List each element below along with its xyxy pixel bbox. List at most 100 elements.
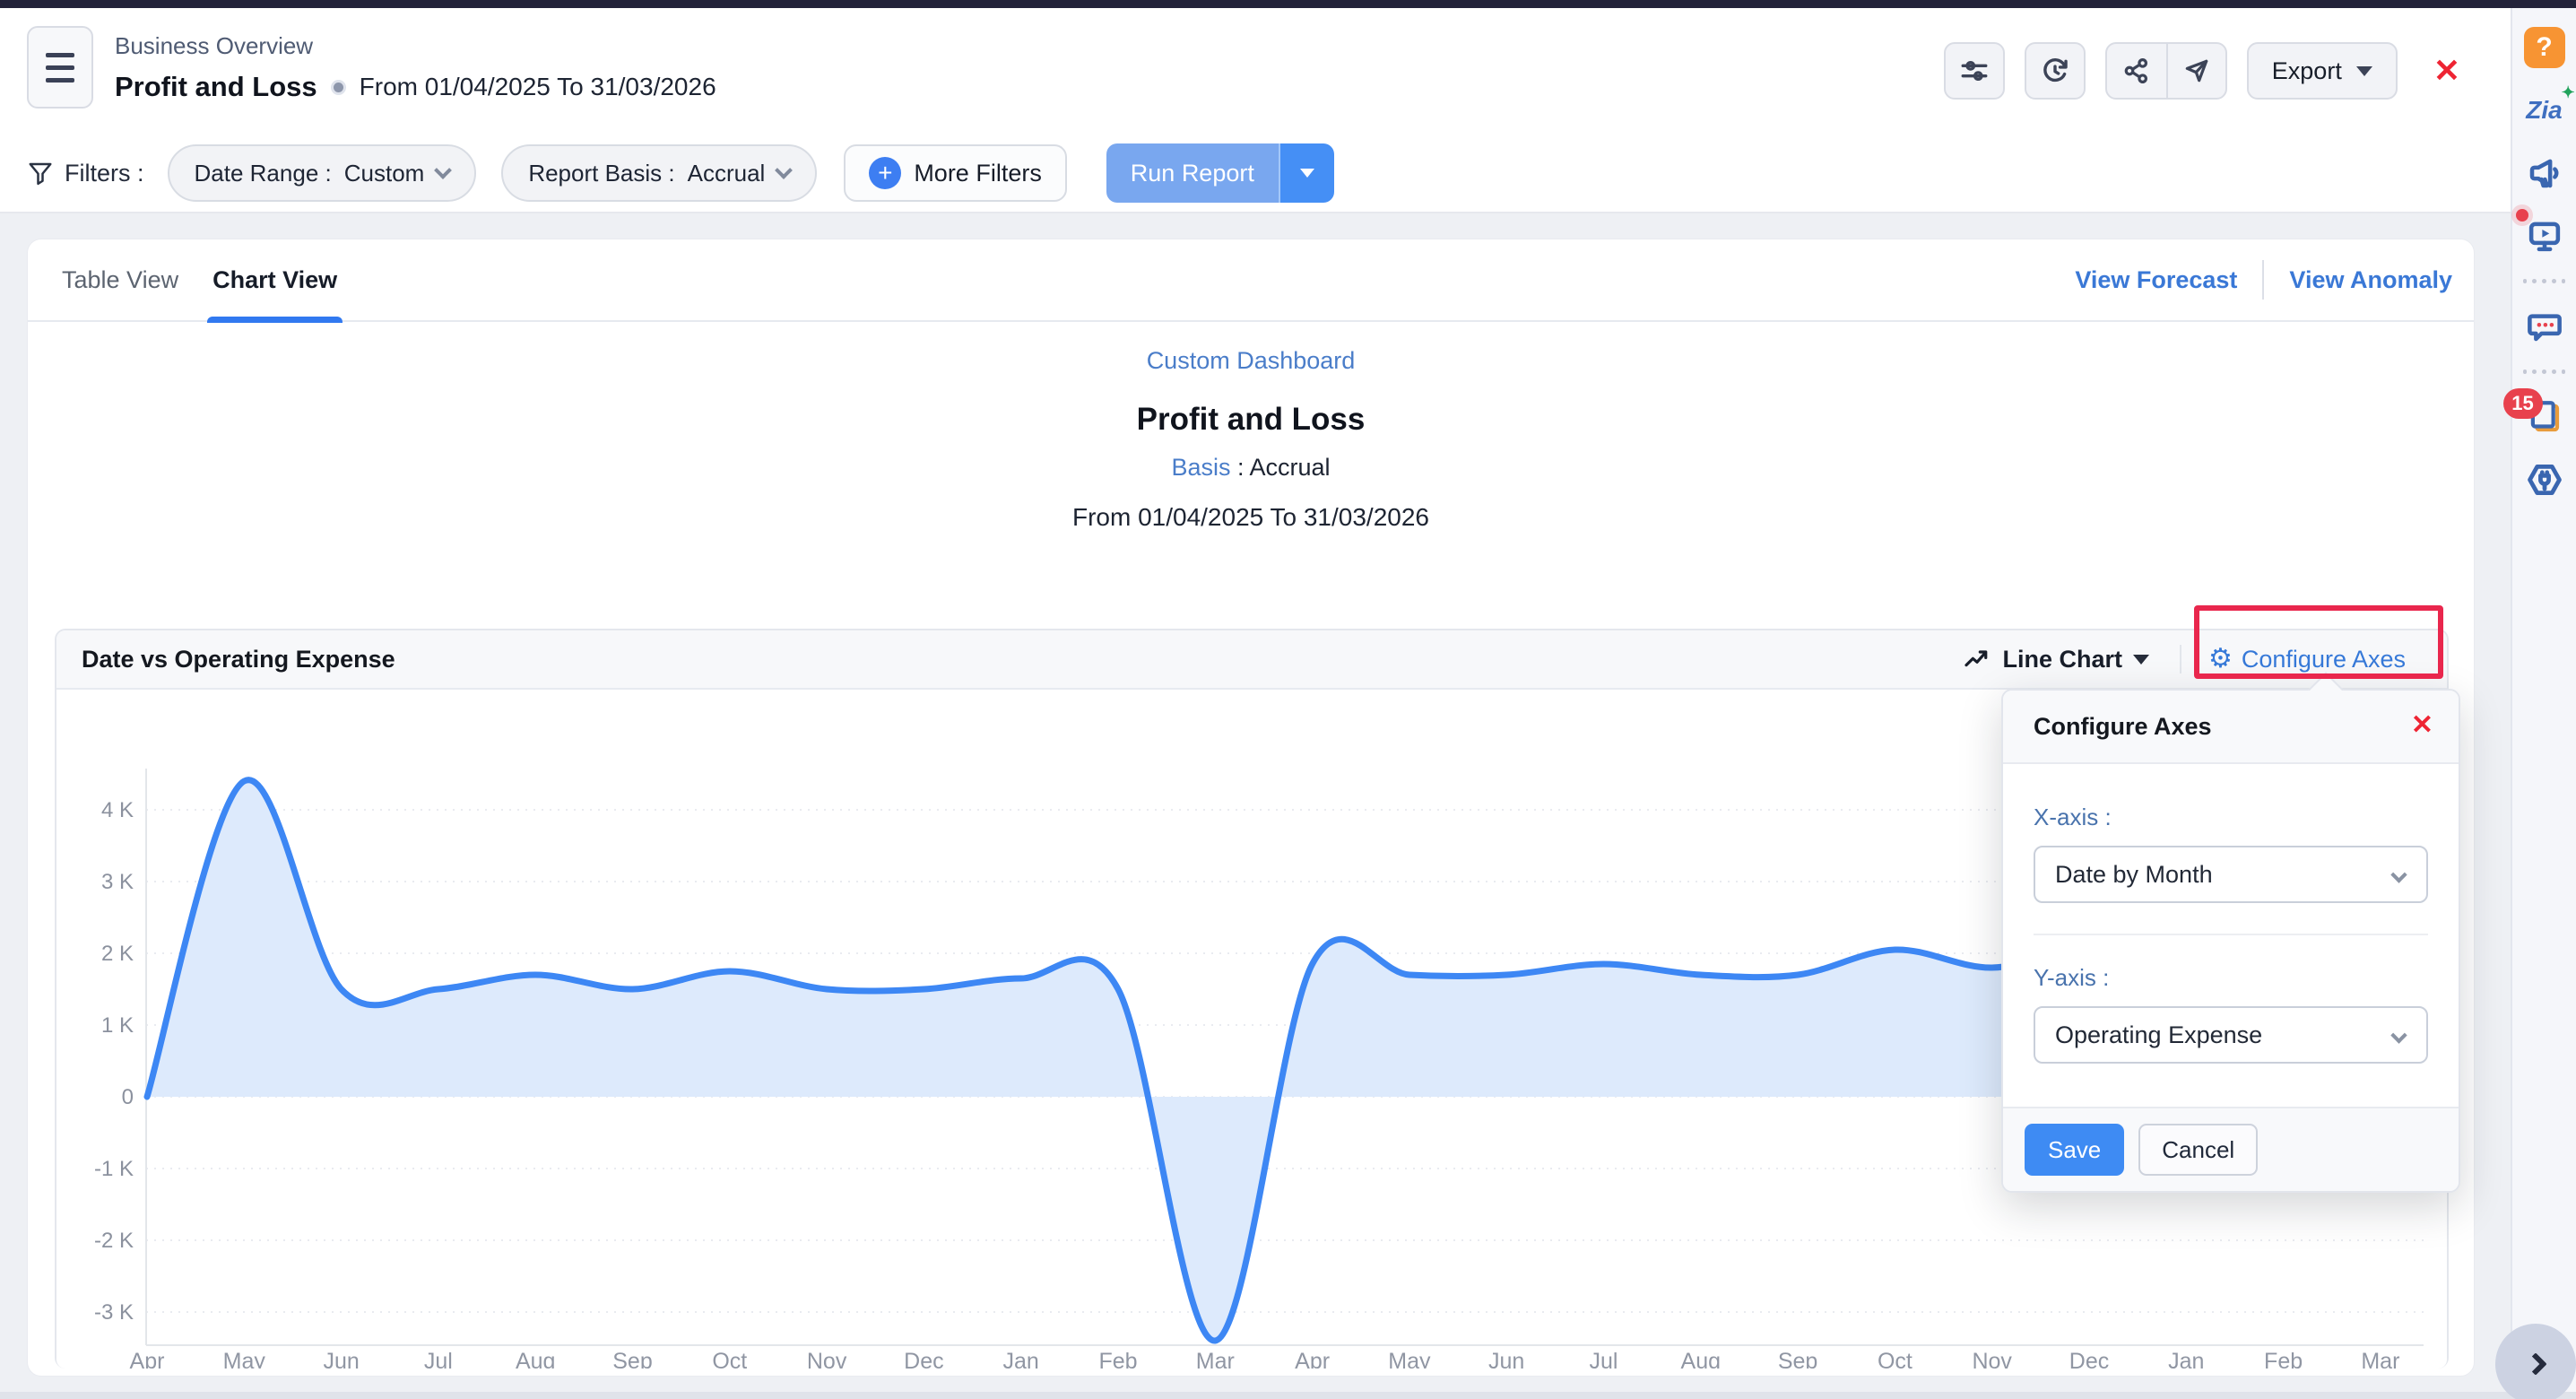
date-range-filter[interactable]: Date Range : Custom — [168, 144, 477, 202]
report-basis-line: Basis : Accrual — [28, 454, 2474, 482]
divider — [2262, 260, 2264, 300]
refresh-history-button[interactable] — [2025, 42, 2086, 100]
tab-chart-view[interactable]: Chart View — [212, 239, 337, 320]
close-report-button[interactable]: ✕ — [2433, 55, 2460, 87]
report-basis-filter[interactable]: Report Basis : Accrual — [501, 144, 817, 202]
svg-text:Jan: Jan — [1003, 1349, 1039, 1369]
y-axis-select[interactable]: Operating Expense — [2034, 1006, 2428, 1064]
configure-axes-button[interactable]: ⚙ Configure Axes — [2181, 646, 2433, 673]
x-axis-select[interactable]: Date by Month — [2034, 846, 2428, 903]
plug-hexagon-icon — [2525, 460, 2564, 500]
svg-text:Apr: Apr — [130, 1349, 165, 1369]
share-send-group — [2105, 42, 2227, 100]
utility-sidebar: ? Zia✦ 15 — [2511, 8, 2576, 1399]
svg-text:Jun: Jun — [323, 1349, 359, 1369]
sidebar-item-announcements[interactable] — [2523, 152, 2566, 195]
svg-text:-3 K: -3 K — [94, 1300, 134, 1325]
view-tabbar: Table View Chart View View Forecast View… — [28, 239, 2474, 322]
svg-text:4 K: 4 K — [101, 798, 134, 822]
popup-title: Configure Axes — [2034, 713, 2212, 741]
filters-row: Filters : Date Range : Custom Report Bas… — [0, 135, 2511, 213]
chevron-down-icon — [2390, 866, 2407, 882]
page-title: Profit and Loss — [115, 71, 317, 103]
refresh-clock-icon — [2040, 56, 2070, 86]
date-range-value: Custom — [344, 160, 425, 187]
run-report-button[interactable]: Run Report — [1106, 143, 1279, 203]
breadcrumb[interactable]: Business Overview — [115, 32, 313, 60]
chevron-down-icon — [1300, 169, 1314, 178]
hamburger-menu-button[interactable] — [27, 26, 93, 109]
chart-type-dropdown[interactable]: Line Chart — [1963, 645, 2181, 673]
trend-line-icon — [1963, 645, 1991, 673]
svg-text:Apr: Apr — [1295, 1349, 1330, 1369]
custom-dashboard-link[interactable]: Custom Dashboard — [28, 347, 2474, 375]
y-axis-value: Operating Expense — [2055, 1021, 2262, 1049]
popup-close-button[interactable]: ✕ — [2411, 712, 2433, 739]
run-report-dropdown[interactable] — [1279, 143, 1334, 203]
svg-text:Aug: Aug — [516, 1349, 555, 1369]
help-icon: ? — [2524, 27, 2565, 68]
report-basis-value: Accrual — [688, 160, 766, 187]
chevron-down-icon — [434, 161, 452, 179]
svg-text:Jul: Jul — [1590, 1349, 1618, 1369]
more-filters-button[interactable]: + More Filters — [844, 144, 1067, 202]
send-button[interactable] — [2166, 44, 2225, 98]
svg-text:Nov: Nov — [807, 1349, 847, 1369]
chart-type-label: Line Chart — [2002, 646, 2122, 673]
share-button[interactable] — [2107, 44, 2166, 98]
svg-text:May: May — [223, 1349, 266, 1369]
filters-label: Filters : — [27, 160, 144, 187]
svg-text:Aug: Aug — [1681, 1349, 1721, 1369]
tab-table-view[interactable]: Table View — [62, 239, 178, 320]
svg-text:Jul: Jul — [424, 1349, 453, 1369]
sidebar-item-zia[interactable]: Zia✦ — [2523, 89, 2566, 132]
scroll-right-button[interactable] — [2495, 1324, 2576, 1399]
date-range-label: Date Range : — [195, 160, 332, 187]
bottom-strip — [0, 1392, 2576, 1399]
megaphone-icon — [2526, 154, 2563, 192]
sidebar-item-notifications[interactable]: 15 — [2523, 395, 2566, 439]
paper-plane-icon — [2182, 56, 2211, 85]
chevron-down-icon — [2356, 66, 2372, 76]
window-top-strip — [0, 0, 2576, 8]
popup-header: Configure Axes ✕ — [2003, 691, 2459, 764]
chevron-right-icon — [2524, 1352, 2546, 1375]
recording-dot — [2516, 209, 2528, 222]
configure-axes-popup: Configure Axes ✕ X-axis : Date by Month … — [2001, 689, 2460, 1193]
export-button[interactable]: Export — [2247, 42, 2398, 100]
chat-bubble-icon — [2526, 308, 2563, 345]
chart-title: Date vs Operating Expense — [82, 646, 395, 673]
svg-text:-1 K: -1 K — [94, 1157, 134, 1181]
svg-text:Nov: Nov — [1972, 1349, 2012, 1369]
sidebar-item-chat-feedback[interactable] — [2523, 305, 2566, 348]
svg-text:-2 K: -2 K — [94, 1229, 134, 1253]
sidebar-item-integrations[interactable] — [2523, 458, 2566, 501]
title-period: From 01/04/2025 To 31/03/2026 — [360, 73, 716, 101]
report-title: Profit and Loss — [28, 402, 2474, 438]
customize-columns-button[interactable] — [1944, 42, 2005, 100]
sidebar-item-help[interactable]: ? — [2523, 26, 2566, 69]
save-button[interactable]: Save — [2025, 1124, 2124, 1176]
funnel-icon — [27, 160, 54, 187]
svg-text:2 K: 2 K — [101, 942, 134, 966]
sidebar-separator — [2523, 279, 2566, 283]
view-anomaly-link[interactable]: View Anomaly — [2289, 266, 2452, 294]
sidebar-separator — [2523, 369, 2566, 374]
divider — [2034, 934, 2428, 935]
sidebar-item-video-tour[interactable] — [2523, 214, 2566, 257]
svg-text:Mar: Mar — [1196, 1349, 1235, 1369]
cancel-button[interactable]: Cancel — [2138, 1124, 2258, 1176]
view-forecast-link[interactable]: View Forecast — [2075, 266, 2237, 294]
svg-text:Jan: Jan — [2168, 1349, 2204, 1369]
svg-text:Sep: Sep — [1778, 1349, 1817, 1369]
gear-icon: ⚙ — [2208, 646, 2233, 673]
plus-icon: + — [869, 157, 901, 189]
y-axis-label: Y-axis : — [2034, 964, 2428, 992]
svg-text:May: May — [1388, 1349, 1431, 1369]
report-basis-label: Report Basis : — [528, 160, 674, 187]
x-axis-value: Date by Month — [2055, 861, 2213, 889]
svg-text:Mar: Mar — [2361, 1349, 2399, 1369]
chevron-down-icon — [2133, 655, 2149, 665]
svg-text:Oct: Oct — [712, 1349, 747, 1369]
report-period: From 01/04/2025 To 31/03/2026 — [28, 503, 2474, 532]
